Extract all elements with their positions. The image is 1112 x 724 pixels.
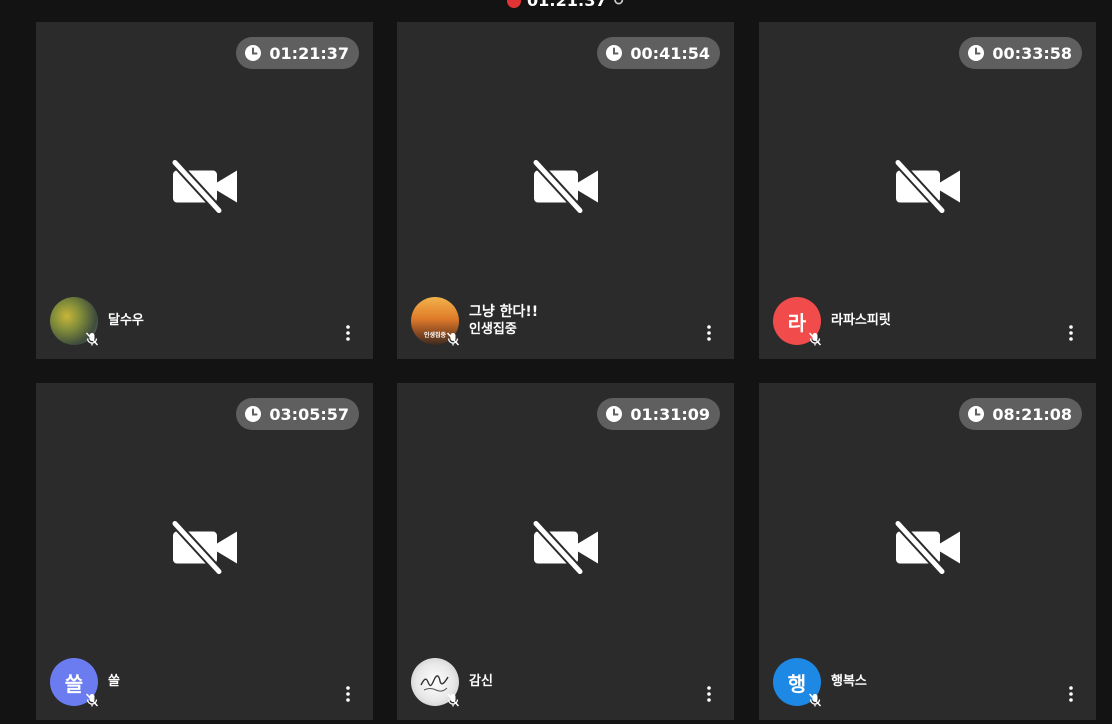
participant-info: 라 라파스피릿 bbox=[773, 297, 891, 346]
more-vertical-icon[interactable] bbox=[1066, 685, 1076, 703]
participant-name: 행복스 bbox=[831, 674, 867, 689]
mic-off-icon bbox=[446, 693, 460, 707]
participant-name: 쓸 bbox=[108, 674, 120, 689]
clock-icon bbox=[245, 45, 262, 61]
time-badge: 00:33:58 bbox=[959, 37, 1082, 69]
participant-info: 감신 bbox=[411, 658, 493, 707]
study-time: 00:33:58 bbox=[992, 43, 1072, 63]
recording-dot-icon bbox=[507, 0, 521, 8]
time-badge: 08:21:08 bbox=[959, 398, 1082, 430]
clock-icon bbox=[606, 406, 623, 422]
avatar[interactable]: 인생집중 bbox=[411, 297, 460, 346]
more-vertical-icon[interactable] bbox=[343, 685, 353, 703]
participant-tile[interactable]: 00:33:58 라 라파스피릿 bbox=[759, 22, 1096, 359]
refresh-icon[interactable]: ↻ bbox=[613, 0, 625, 9]
clock-icon bbox=[968, 406, 985, 422]
mic-off-icon bbox=[808, 693, 822, 707]
time-badge: 03:05:57 bbox=[236, 398, 359, 430]
avatar[interactable]: 쓸 bbox=[50, 658, 99, 707]
participant-tile[interactable]: 01:31:09 감신 bbox=[397, 383, 734, 720]
more-vertical-icon[interactable] bbox=[1066, 324, 1076, 342]
time-badge: 01:21:37 bbox=[236, 37, 359, 69]
avatar[interactable] bbox=[50, 297, 99, 346]
video-off-icon bbox=[532, 519, 598, 575]
calligraphy-icon bbox=[420, 675, 449, 692]
participant-name: 감신 bbox=[469, 674, 493, 689]
participant-tile[interactable]: 00:41:54 인생집중 그냥 한다!! 인생집중 bbox=[397, 22, 734, 359]
study-time: 01:31:09 bbox=[630, 404, 710, 424]
video-off-icon bbox=[532, 158, 598, 214]
study-time: 08:21:08 bbox=[992, 404, 1072, 424]
time-badge: 00:41:54 bbox=[597, 37, 720, 69]
participant-tile[interactable]: 01:21:37 달수우 bbox=[36, 22, 373, 359]
participant-name: 달수우 bbox=[108, 313, 144, 328]
avatar[interactable]: 라 bbox=[773, 297, 822, 346]
time-badge: 01:31:09 bbox=[597, 398, 720, 430]
participant-info: 인생집중 그냥 한다!! 인생집중 bbox=[411, 297, 539, 346]
avatar[interactable] bbox=[411, 658, 460, 707]
session-elapsed: 01:21:37 bbox=[527, 0, 607, 10]
video-off-icon bbox=[171, 519, 237, 575]
mic-off-icon bbox=[85, 693, 99, 707]
participant-tile[interactable]: 03:05:57 쓸 쓸 bbox=[36, 383, 373, 720]
more-vertical-icon[interactable] bbox=[704, 685, 714, 703]
video-off-icon bbox=[894, 158, 960, 214]
status-message: 그냥 한다!! bbox=[469, 304, 539, 320]
participant-info: 달수우 bbox=[50, 297, 144, 346]
study-time: 01:21:37 bbox=[269, 43, 349, 63]
mic-off-icon bbox=[808, 332, 822, 346]
mic-off-icon bbox=[446, 332, 460, 346]
more-vertical-icon[interactable] bbox=[704, 324, 714, 342]
participant-info: 쓸 쓸 bbox=[50, 658, 120, 707]
mic-off-icon bbox=[85, 332, 99, 346]
participant-info: 행 행복스 bbox=[773, 658, 867, 707]
study-time: 00:41:54 bbox=[630, 43, 710, 63]
session-timer: 01:21:37 ↻ bbox=[507, 0, 624, 10]
participant-name: 인생집중 bbox=[469, 322, 517, 337]
participant-tile[interactable]: 08:21:08 행 행복스 bbox=[759, 383, 1096, 720]
clock-icon bbox=[968, 45, 985, 61]
video-off-icon bbox=[894, 519, 960, 575]
avatar[interactable]: 행 bbox=[773, 658, 822, 707]
study-time: 03:05:57 bbox=[269, 404, 349, 424]
clock-icon bbox=[245, 406, 262, 422]
participant-name: 라파스피릿 bbox=[831, 313, 891, 328]
clock-icon bbox=[606, 45, 623, 61]
video-off-icon bbox=[171, 158, 237, 214]
more-vertical-icon[interactable] bbox=[343, 324, 353, 342]
